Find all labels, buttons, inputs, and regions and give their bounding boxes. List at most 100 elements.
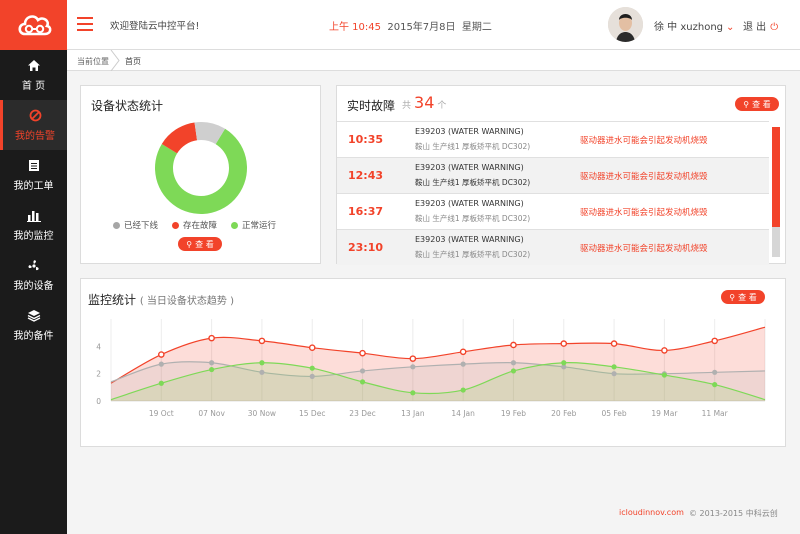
current-date: 2015年7月8日 [387, 22, 456, 33]
user-avatar[interactable] [608, 7, 643, 42]
series-point-2 [561, 360, 567, 366]
series-point-2 [259, 360, 265, 366]
fan-icon [27, 259, 41, 273]
x-tick-label: 20 Feb [551, 409, 576, 418]
power-icon: ⏻ [770, 22, 779, 33]
series-point-1 [510, 360, 517, 366]
series-point-2 [158, 380, 164, 386]
search-icon: ⚲ [743, 99, 750, 109]
breadcrumb-current: 首页 [125, 57, 141, 66]
fault-row[interactable]: 23:10 E39203 (WATER WARNING) 鞍山 生产线1 厚板矫… [337, 229, 769, 265]
sidebar-item-monitoring[interactable]: 我的监控 [0, 200, 67, 250]
fault-location: 鞍山 生产线1 厚板矫平机 DC302) [415, 250, 531, 259]
user-menu[interactable]: 徐 中 xuzhong ⌄ [654, 18, 734, 33]
series-point-1 [410, 364, 416, 370]
fault-message: 驱动器进水可能会引起发动机烧毁 [580, 136, 708, 146]
chevron-down-icon: ⌄ [726, 22, 735, 33]
legend-offline: 已经下线 [113, 219, 158, 231]
x-tick-label: 30 Now [248, 409, 276, 418]
alert-icon [29, 109, 42, 123]
footer-copyright: © 2013-2015 中科云创 [689, 509, 778, 518]
series-point-0 [610, 340, 618, 347]
menu-toggle-icon[interactable] [77, 17, 93, 31]
series-point-0 [308, 344, 316, 351]
logout-button[interactable]: 退 出 ⏻ [743, 18, 778, 33]
fault-row[interactable]: 10:35 E39203 (WATER WARNING) 鞍山 生产线1 厚板矫… [337, 121, 769, 157]
fault-code: E39203 (WATER WARNING) [415, 163, 524, 172]
fault-location: 鞍山 生产线1 厚板矫平机 DC302) [415, 178, 531, 187]
y-tick-label: 0 [96, 397, 101, 406]
fault-code: E39203 (WATER WARNING) [415, 127, 524, 136]
sidebar-item-label: 我的告警 [15, 130, 55, 142]
search-icon: ⚲ [186, 239, 193, 249]
series-point-2 [510, 368, 517, 374]
series-point-2 [209, 366, 215, 373]
series-point-1 [460, 361, 466, 367]
sidebar-item-label: 首 页 [21, 80, 46, 92]
fault-code: E39203 (WATER WARNING) [415, 235, 524, 244]
series-point-2 [309, 365, 315, 371]
fault-row[interactable]: 16:37 E39203 (WATER WARNING) 鞍山 生产线1 厚板矫… [337, 193, 769, 229]
footer-site-link[interactable]: icloudinnov.com [619, 508, 684, 517]
fault-time: 10:35 [348, 133, 384, 146]
series-point-1 [259, 369, 265, 375]
legend-fault: 存在故障 [172, 219, 217, 231]
worksheet-icon [28, 159, 40, 173]
monitor-stats-panel: 监控统计 ( 当日设备状态趋势 ) ⚲ 查 看 0 2 4 19 Oct 07 Nov 30… [80, 278, 786, 447]
fault-row[interactable]: 12:43 E39203 (WATER WARNING) 鞍山 生产线1 厚板矫… [337, 157, 769, 193]
sidebar-item-label: 我的监控 [13, 230, 54, 242]
series-point-0 [459, 348, 467, 356]
x-tick-label: 11 Mar [702, 409, 729, 418]
series-point-1 [712, 369, 718, 375]
welcome-text: 欢迎登陆云中控平台! [110, 21, 200, 32]
device-status-donut-chart [155, 122, 247, 214]
sidebar-item-spare-parts[interactable]: 我的备件 [0, 300, 67, 350]
device-status-view-button[interactable]: ⚲ 查 看 [178, 237, 222, 251]
series-point-2 [410, 390, 416, 396]
series-point-0 [409, 355, 417, 362]
scrollbar-thumb[interactable] [772, 127, 780, 227]
logout-label: 退 出 [743, 22, 767, 33]
home-icon [27, 59, 41, 73]
series-point-1 [209, 360, 215, 366]
series-point-2 [712, 382, 718, 388]
series-point-0 [208, 334, 215, 342]
x-tick-label: 15 Dec [299, 409, 325, 418]
series-point-0 [258, 337, 266, 345]
x-tick-label: 19 Oct [149, 409, 174, 418]
y-tick-label: 4 [96, 342, 101, 351]
series-point-0 [510, 341, 517, 349]
fault-list-scrollbar[interactable] [772, 127, 780, 257]
sidebar-item-label: 我的备件 [13, 330, 54, 342]
device-status-legend: 已经下线 存在故障 正常运行 [113, 219, 276, 231]
sidebar-item-alerts[interactable]: 我的告警 [0, 100, 67, 150]
x-tick-label: 14 Jan [451, 409, 475, 418]
fault-time: 16:37 [348, 205, 384, 218]
breadcrumb-location[interactable]: 当前位置 [77, 56, 109, 67]
fault-time: 23:10 [348, 241, 384, 254]
sidebar-item-devices[interactable]: 我的设备 [0, 250, 67, 300]
fault-location: 鞍山 生产线1 厚板矫平机 DC302) [415, 142, 531, 151]
sidebar-item-worksheets[interactable]: 我的工单 [0, 150, 67, 200]
sidebar-item-label: 我的工单 [13, 180, 54, 192]
series-point-0 [359, 349, 366, 357]
y-tick-label: 2 [96, 370, 101, 379]
current-weekday: 星期二 [461, 22, 492, 33]
series-point-1 [309, 373, 315, 379]
layers-icon [27, 309, 41, 323]
sidebar: 首 页 我的告警 我的工单 我的监控 我的设备 我的备件 [0, 50, 67, 534]
username-label: 徐 中 xuzhong [654, 22, 724, 33]
app-logo[interactable] [0, 0, 67, 50]
fault-message: 驱动器进水可能会引起发动机烧毁 [580, 172, 708, 182]
fault-message: 驱动器进水可能会引起发动机烧毁 [580, 244, 708, 254]
sidebar-item-home[interactable]: 首 页 [0, 50, 67, 100]
fault-time: 12:43 [348, 169, 384, 182]
fault-message: 驱动器进水可能会引起发动机烧毁 [580, 208, 708, 218]
faults-view-button[interactable]: ⚲ 查 看 [735, 97, 779, 111]
x-tick-label: 13 Jan [401, 409, 425, 418]
series-point-1 [359, 368, 366, 374]
series-point-0 [158, 351, 165, 358]
series-point-1 [158, 361, 164, 367]
series-point-2 [460, 387, 466, 393]
fault-count-number: 34 [414, 93, 435, 112]
